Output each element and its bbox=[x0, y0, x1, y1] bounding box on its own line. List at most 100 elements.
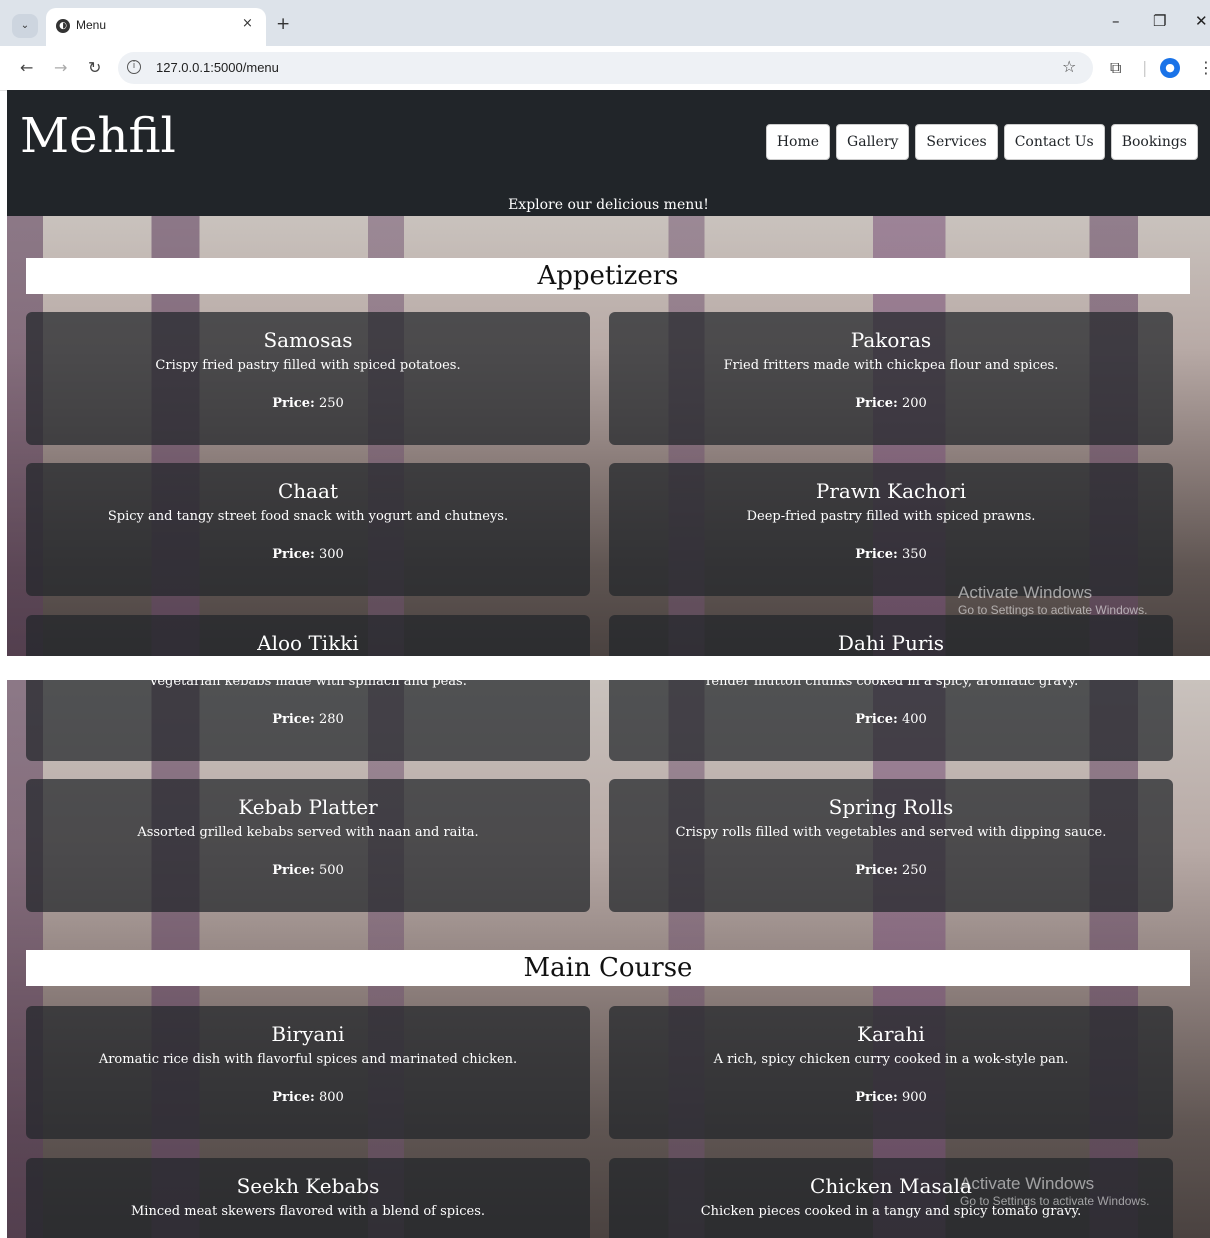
price-value: 400 bbox=[901, 712, 927, 727]
tab-strip: ⌄ ◐ Menu × + – ❐ ✕ bbox=[0, 0, 1210, 46]
price-value: 500 bbox=[318, 863, 344, 878]
main-nav: Home Gallery Services Contact Us Booking… bbox=[765, 124, 1198, 160]
dish-name: Samosas bbox=[263, 328, 353, 352]
minimize-icon[interactable]: – bbox=[1112, 12, 1120, 30]
tagline: Explore our delicious menu! bbox=[508, 197, 709, 213]
dish-description: A rich, spicy chicken curry cooked in a … bbox=[713, 1052, 1069, 1067]
nav-bookings-button[interactable]: Bookings bbox=[1110, 124, 1198, 160]
price-value: 200 bbox=[901, 396, 927, 411]
tab-title: Menu bbox=[76, 18, 107, 32]
appetizers-heading: Appetizers bbox=[26, 258, 1190, 294]
dish-price: Price: 250 bbox=[609, 863, 1173, 878]
close-window-icon[interactable]: ✕ bbox=[1195, 12, 1208, 30]
menu-card-kebab-platter: Kebab Platter Assorted grilled kebabs se… bbox=[26, 779, 590, 912]
menu-card-seekh-kebabs: Seekh Kebabs Minced meat skewers flavore… bbox=[26, 1158, 590, 1238]
menu-card-dahi-puris: Dahi Puris bbox=[609, 615, 1173, 656]
dish-name: Seekh Kebabs bbox=[236, 1174, 380, 1198]
site-header: Mehfil Home Gallery Services Contact Us … bbox=[7, 90, 1210, 216]
dish-name: Spring Rolls bbox=[828, 795, 954, 819]
dish-price: Price: 300 bbox=[26, 547, 590, 562]
extensions-icon[interactable]: ⧉ bbox=[1110, 58, 1121, 78]
more-icon[interactable]: ⋮ bbox=[1198, 58, 1210, 77]
dish-name: Pakoras bbox=[850, 328, 932, 352]
address-bar[interactable]: i 127.0.0.1:5000/menu ☆ bbox=[118, 52, 1093, 84]
dish-description: Tender mutton chunks cooked in a spicy, … bbox=[703, 680, 1079, 689]
menu-card-partial-left: Vegetarian kebabs made with spinach and … bbox=[26, 680, 590, 761]
menu-card-aloo-tikki: Aloo Tikki bbox=[26, 615, 590, 656]
dish-name: Aloo Tikki bbox=[257, 631, 359, 655]
toolbar-divider: | bbox=[1142, 58, 1148, 77]
menu-background: Vegetarian kebabs made with spinach and … bbox=[7, 680, 1210, 1238]
price-label: Price: bbox=[272, 863, 315, 878]
price-label: Price: bbox=[272, 1090, 315, 1105]
back-icon[interactable]: ← bbox=[20, 58, 33, 77]
restore-icon[interactable]: ❐ bbox=[1153, 12, 1166, 30]
price-label: Price: bbox=[855, 396, 898, 411]
price-value: 350 bbox=[901, 547, 927, 562]
info-icon[interactable]: i bbox=[127, 60, 141, 74]
dish-description: Assorted grilled kebabs served with naan… bbox=[137, 825, 479, 840]
dish-name: Biryani bbox=[271, 1022, 345, 1046]
dish-price: Price: 350 bbox=[609, 547, 1173, 562]
dish-description: Crispy rolls filled with vegetables and … bbox=[675, 825, 1107, 840]
screenshot-separator bbox=[0, 656, 1210, 680]
price-label: Price: bbox=[855, 547, 898, 562]
price-value: 800 bbox=[318, 1090, 344, 1105]
dish-description: Deep-fried pastry filled with spiced pra… bbox=[746, 509, 1036, 524]
dish-price: Price: 250 bbox=[26, 396, 590, 411]
brand-logo[interactable]: Mehfil bbox=[20, 108, 176, 164]
forward-icon[interactable]: → bbox=[54, 58, 67, 77]
price-label: Price: bbox=[272, 712, 315, 727]
dish-price: Price: 500 bbox=[26, 863, 590, 878]
browser-toolbar: ← → ↻ i 127.0.0.1:5000/menu ☆ ⧉ | ● ⋮ bbox=[0, 46, 1210, 91]
close-tab-icon[interactable]: × bbox=[242, 16, 253, 31]
price-label: Price: bbox=[855, 1090, 898, 1105]
dish-description: Vegetarian kebabs made with spinach and … bbox=[149, 680, 467, 689]
dish-description: Fried fritters made with chickpea flour … bbox=[723, 358, 1059, 373]
price-label: Price: bbox=[272, 396, 315, 411]
nav-gallery-button[interactable]: Gallery bbox=[836, 124, 910, 160]
watermark-title: Activate Windows bbox=[958, 583, 1093, 602]
dish-price: Price: 280 bbox=[26, 712, 590, 727]
nav-contact-button[interactable]: Contact Us bbox=[1003, 124, 1105, 160]
menu-card-prawn-kachori: Prawn Kachori Deep-fried pastry filled w… bbox=[609, 463, 1173, 596]
price-value: 250 bbox=[901, 863, 927, 878]
screenshot-bottom: Vegetarian kebabs made with spinach and … bbox=[0, 680, 1210, 1238]
screenshot-top: ⌄ ◐ Menu × + – ❐ ✕ ← → ↻ i 127.0.0.1:500… bbox=[0, 0, 1210, 656]
dish-name: Kebab Platter bbox=[238, 795, 378, 819]
price-value: 250 bbox=[318, 396, 344, 411]
dish-description: Minced meat skewers flavored with a blen… bbox=[130, 1204, 486, 1219]
menu-card-biryani: Biryani Aromatic rice dish with flavorfu… bbox=[26, 1006, 590, 1139]
tab-search-icon[interactable]: ⌄ bbox=[12, 14, 38, 38]
menu-card-spring-rolls: Spring Rolls Crispy rolls filled with ve… bbox=[609, 779, 1173, 912]
nav-home-button[interactable]: Home bbox=[765, 124, 831, 160]
main-course-heading: Main Course bbox=[26, 950, 1190, 986]
dish-price: Price: 400 bbox=[609, 712, 1173, 727]
menu-card-karahi: Karahi A rich, spicy chicken curry cooke… bbox=[609, 1006, 1173, 1139]
dish-description: Aromatic rice dish with flavorful spices… bbox=[98, 1052, 518, 1067]
dish-description: Spicy and tangy street food snack with y… bbox=[107, 509, 509, 524]
url-text[interactable]: 127.0.0.1:5000/menu bbox=[156, 60, 279, 75]
activate-windows-watermark: Activate Windows Go to Settings to activ… bbox=[958, 583, 1147, 617]
watermark-subtitle: Go to Settings to activate Windows. bbox=[958, 603, 1148, 617]
profile-icon[interactable]: ● bbox=[1160, 58, 1180, 78]
watermark-title: Activate Windows bbox=[960, 1174, 1095, 1193]
dish-price: Price: 900 bbox=[609, 1090, 1173, 1105]
watermark-subtitle: Go to Settings to activate Windows. bbox=[960, 1194, 1150, 1208]
nav-services-button[interactable]: Services bbox=[915, 124, 998, 160]
price-value: 280 bbox=[318, 712, 344, 727]
price-value: 900 bbox=[901, 1090, 927, 1105]
dish-name: Prawn Kachori bbox=[815, 479, 967, 503]
menu-card-partial-right: Tender mutton chunks cooked in a spicy, … bbox=[609, 680, 1173, 761]
price-label: Price: bbox=[855, 712, 898, 727]
dish-price: Price: 800 bbox=[26, 1090, 590, 1105]
price-label: Price: bbox=[855, 863, 898, 878]
dish-description: Crispy fried pastry filled with spiced p… bbox=[155, 358, 461, 373]
new-tab-button[interactable]: + bbox=[276, 14, 290, 34]
menu-background: Appetizers Samosas Crispy fried pastry f… bbox=[7, 216, 1210, 656]
reload-icon[interactable]: ↻ bbox=[88, 58, 101, 77]
dish-price: Price: 200 bbox=[609, 396, 1173, 411]
activate-windows-watermark: Activate Windows Go to Settings to activ… bbox=[960, 1174, 1149, 1208]
browser-tab[interactable]: ◐ Menu × bbox=[46, 8, 266, 46]
star-icon[interactable]: ☆ bbox=[1062, 57, 1076, 76]
